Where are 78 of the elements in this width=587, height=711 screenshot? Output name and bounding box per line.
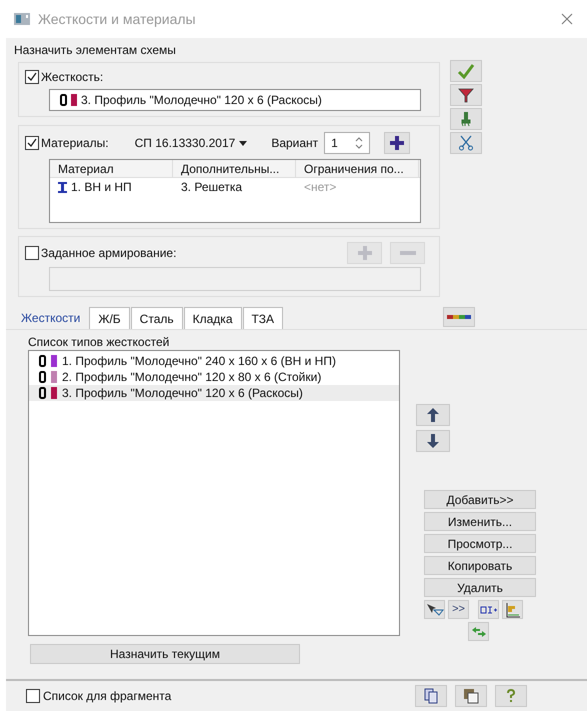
section-icon bbox=[39, 371, 46, 383]
stiffness-value: 3. Профиль "Молодечно" 120 x 6 (Раскосы) bbox=[81, 92, 322, 109]
window-icon bbox=[14, 13, 30, 25]
export-button[interactable] bbox=[455, 685, 487, 707]
materials-label: Материалы: bbox=[41, 135, 109, 152]
action-button[interactable]: Изменить... bbox=[424, 512, 536, 531]
move-up-button[interactable] bbox=[416, 404, 450, 426]
plus-icon bbox=[389, 135, 406, 151]
color-bar-icon bbox=[447, 315, 471, 319]
minus-icon bbox=[400, 250, 416, 256]
cursor-funnel-icon bbox=[426, 602, 444, 616]
standard-dropdown[interactable]: СП 16.13330.2017 bbox=[134, 134, 248, 152]
arrow-up-icon bbox=[427, 408, 439, 422]
assign-current-button[interactable]: Назначить текущим bbox=[30, 644, 300, 664]
section-label: Назначить элементам схемы bbox=[14, 42, 177, 58]
caret-icon bbox=[239, 140, 248, 146]
documents-icon bbox=[424, 688, 438, 704]
list-item-text: 3. Профиль "Молодечно" 120 x 6 (Раскосы) bbox=[62, 385, 303, 402]
variant-spinner[interactable]: 1 bbox=[324, 132, 370, 154]
ibeam-icon bbox=[58, 182, 67, 192]
tab[interactable]: Ж/Б bbox=[89, 307, 130, 329]
section-button[interactable] bbox=[478, 600, 499, 619]
action-button[interactable]: Копировать bbox=[424, 556, 536, 575]
move-down-button[interactable] bbox=[416, 430, 450, 452]
column-header[interactable]: Материал bbox=[50, 160, 173, 177]
action-button[interactable]: Просмотр... bbox=[424, 534, 536, 553]
funnel-icon bbox=[458, 87, 474, 103]
plus-icon bbox=[356, 245, 372, 261]
tab[interactable]: ТЗА bbox=[242, 307, 283, 329]
column-header[interactable]: Дополнительны... bbox=[173, 160, 296, 177]
arrow-down-icon bbox=[427, 434, 439, 448]
fragment-label: Список для фрагмента bbox=[43, 688, 172, 705]
reinforcement-label: Заданное армирование: bbox=[41, 245, 176, 262]
steps-icon bbox=[504, 602, 520, 618]
checkbox[interactable] bbox=[25, 136, 39, 150]
column-header[interactable]: Ограничения по... bbox=[296, 160, 419, 177]
list-item-text: 2. Профиль "Молодечно" 120 x 80 x 6 (Стойки) bbox=[62, 369, 322, 386]
steps-button[interactable] bbox=[502, 600, 523, 619]
checkbox[interactable] bbox=[26, 689, 40, 703]
checkbox[interactable] bbox=[25, 246, 39, 260]
reinforcement-field[interactable] bbox=[49, 267, 421, 291]
tab[interactable]: Сталь bbox=[130, 307, 183, 329]
stiffness-label: Жесткость: bbox=[41, 69, 104, 86]
list-item[interactable]: 2. Профиль "Молодечно" 120 x 80 x 6 (Стойки) bbox=[29, 369, 399, 385]
filter-button[interactable] bbox=[450, 84, 482, 106]
section-icon bbox=[39, 387, 46, 399]
swap-arrows-icon bbox=[470, 626, 486, 638]
stiffness-field[interactable]: 3. Профиль "Молодечно" 120 x 6 (Раскосы) bbox=[49, 89, 421, 111]
spin-arrows-icon bbox=[355, 136, 364, 150]
list-title: Список типов жесткостей bbox=[28, 334, 170, 350]
color-scale-button[interactable] bbox=[443, 307, 475, 327]
section-icon bbox=[60, 94, 67, 106]
brush-icon bbox=[460, 111, 472, 127]
list-item[interactable]: 3. Профиль "Молодечно" 120 x 6 (Раскосы) bbox=[29, 385, 399, 401]
list-item-text: 1. Профиль "Молодечно" 240 x 160 x 6 (ВН и НП) bbox=[62, 353, 336, 370]
variant-label: Вариант bbox=[271, 135, 318, 152]
list-item[interactable]: 1. Профиль "Молодечно" 240 x 160 x 6 (ВН и НП) bbox=[29, 353, 399, 369]
window-title: Жесткости и материалы bbox=[38, 10, 196, 29]
more-button[interactable]: >> bbox=[448, 600, 469, 619]
select-filter-button[interactable] bbox=[424, 600, 445, 619]
help-button[interactable] bbox=[495, 685, 527, 707]
cut-button[interactable] bbox=[450, 132, 482, 154]
section-icon bbox=[39, 355, 46, 367]
help-icon bbox=[506, 688, 516, 704]
table-cell-text: 3. Решетка bbox=[181, 179, 242, 196]
scissors-icon bbox=[458, 135, 474, 151]
table-cell-text: 1. ВН и НП bbox=[71, 179, 132, 196]
action-button[interactable]: Добавить>> bbox=[424, 490, 536, 509]
variant-value: 1 bbox=[330, 135, 339, 152]
add-material-button[interactable] bbox=[384, 132, 410, 154]
close-icon[interactable] bbox=[561, 13, 573, 25]
brush-button[interactable] bbox=[450, 108, 482, 130]
table-cell-text: <нет> bbox=[304, 179, 336, 196]
check-icon bbox=[457, 63, 475, 79]
copy-button[interactable] bbox=[415, 685, 447, 707]
tab[interactable]: Кладка bbox=[184, 307, 242, 329]
action-button[interactable]: Удалить bbox=[424, 578, 536, 597]
checkbox[interactable] bbox=[25, 70, 39, 84]
